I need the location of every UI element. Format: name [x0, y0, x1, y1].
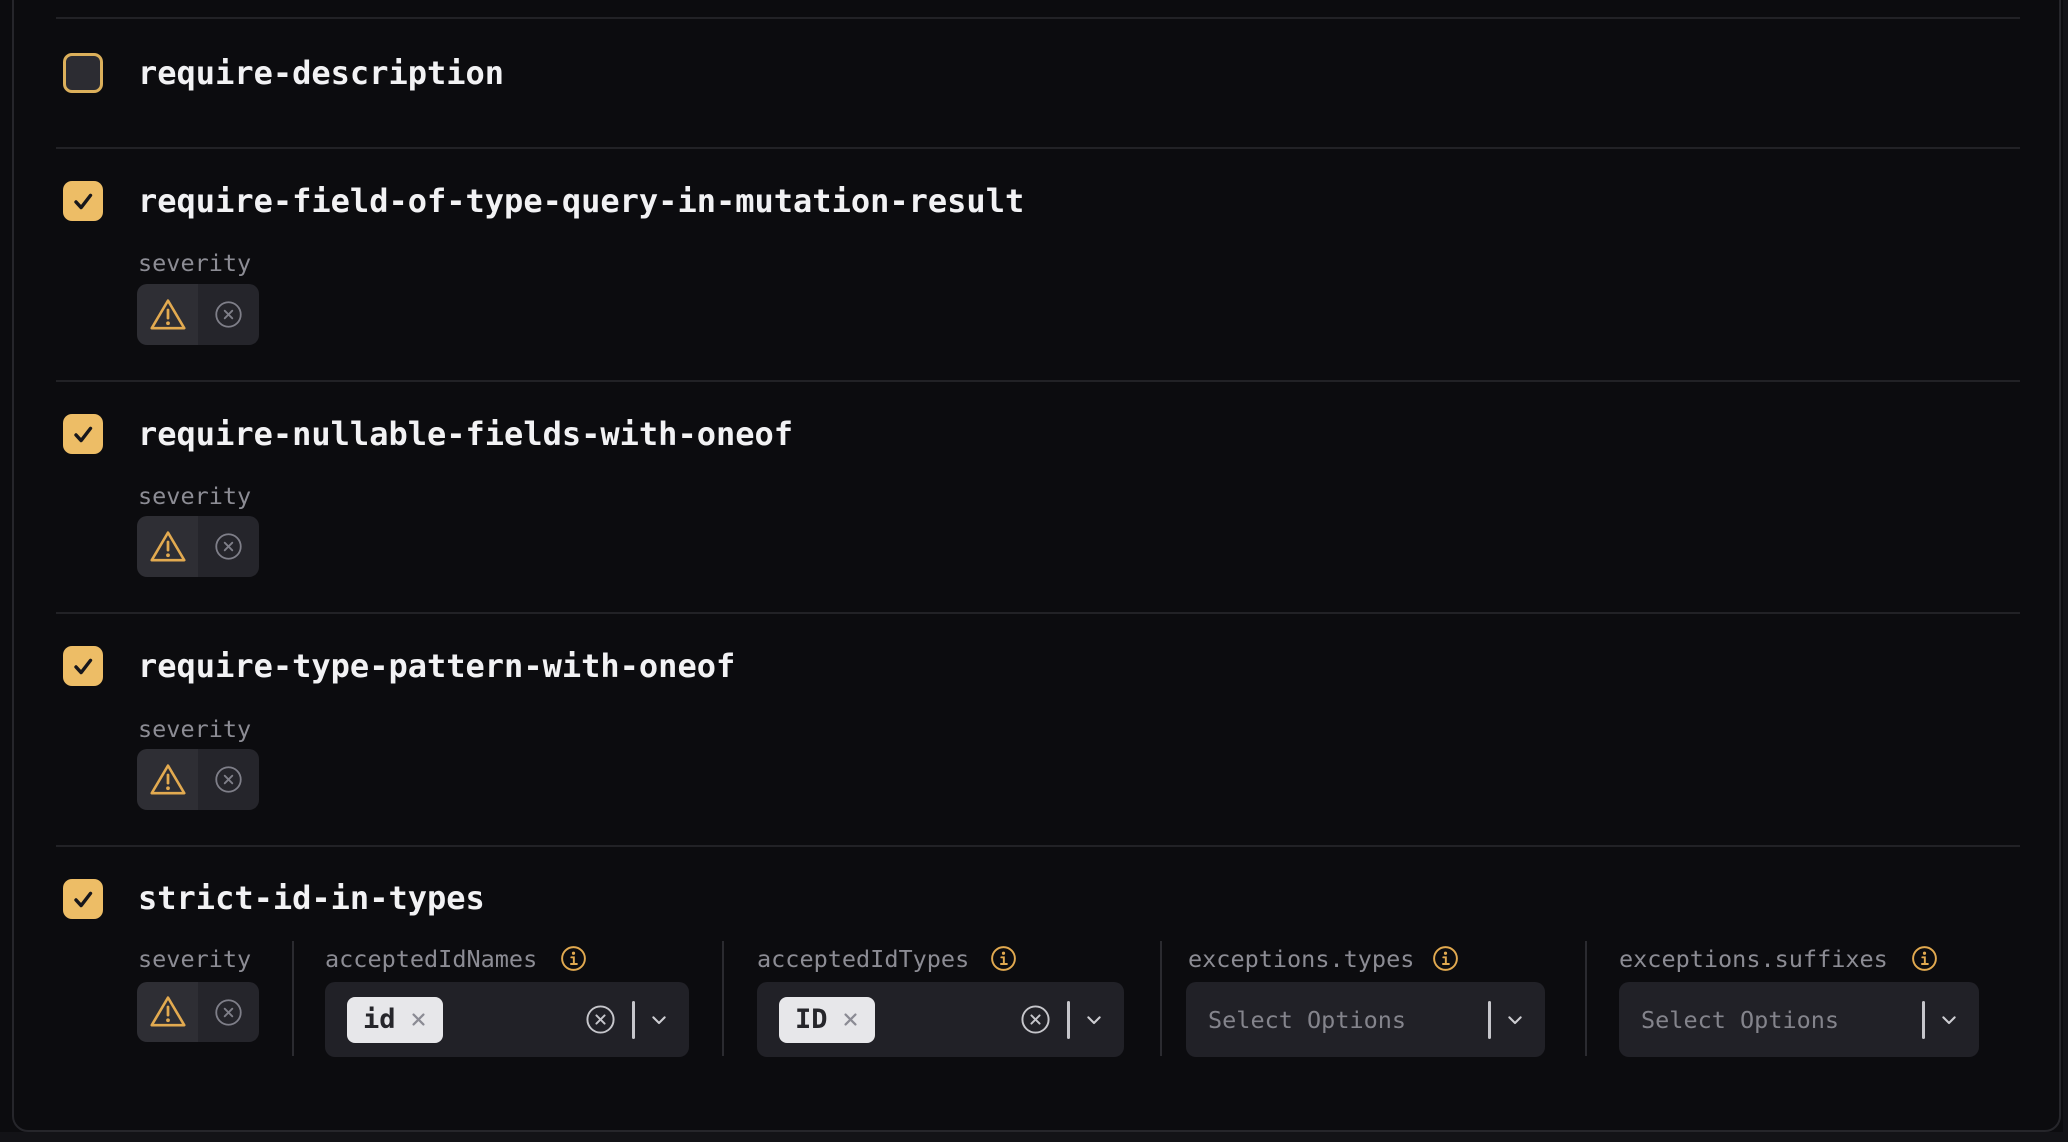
clear-selection-button[interactable]	[585, 1004, 616, 1035]
severity-warn-button[interactable]	[137, 749, 198, 810]
severity-label: severity	[138, 483, 251, 509]
warning-triangle-icon	[148, 760, 188, 800]
info-icon[interactable]	[1911, 945, 1938, 972]
select-divider	[632, 1001, 635, 1039]
option-label: exceptions.suffixes	[1619, 946, 1888, 972]
severity-off-button[interactable]	[198, 516, 259, 577]
lint-rules-settings-page: require-description require-field-of-typ…	[0, 0, 2068, 1142]
rule-checkbox[interactable]	[63, 53, 103, 93]
tag-text: ID	[795, 997, 828, 1043]
tag-text: id	[363, 997, 396, 1043]
rule-name: require-field-of-type-query-in-mutation-…	[138, 181, 1024, 221]
acceptedidnames-multiselect[interactable]: id	[325, 982, 689, 1057]
circle-x-icon	[214, 998, 243, 1027]
chevron-down-icon[interactable]	[1503, 1008, 1527, 1032]
rule-name: require-type-pattern-with-oneof	[138, 646, 735, 686]
rule-name: require-description	[138, 53, 504, 93]
select-divider	[1067, 1001, 1070, 1039]
info-icon[interactable]	[1432, 945, 1459, 972]
severity-off-button[interactable]	[198, 749, 259, 810]
remove-tag-icon[interactable]	[840, 1009, 861, 1030]
warning-triangle-icon	[148, 295, 188, 335]
circle-x-icon	[585, 1004, 616, 1035]
field-separator	[292, 941, 294, 1056]
select-divider	[1922, 1001, 1925, 1039]
selected-tag: ID	[779, 997, 875, 1043]
option-label: exceptions.types	[1188, 946, 1414, 972]
selected-tag: id	[347, 997, 443, 1043]
option-label: acceptedIdTypes	[757, 946, 969, 972]
remove-tag-icon[interactable]	[408, 1009, 429, 1030]
row-divider	[56, 380, 2020, 382]
severity-warn-button[interactable]	[137, 284, 198, 345]
severity-toggle	[137, 284, 259, 345]
checkmark-icon	[68, 419, 98, 449]
rule-checkbox[interactable]	[63, 879, 103, 919]
circle-x-icon	[1020, 1004, 1051, 1035]
field-separator	[1160, 941, 1162, 1056]
warning-triangle-icon	[148, 527, 188, 567]
select-placeholder: Select Options	[1641, 1006, 1839, 1034]
select-placeholder: Select Options	[1208, 1006, 1406, 1034]
severity-off-button[interactable]	[198, 284, 259, 345]
rule-name: require-nullable-fields-with-oneof	[138, 414, 793, 454]
chevron-down-icon[interactable]	[647, 1008, 671, 1032]
acceptedidtypes-multiselect[interactable]: ID	[757, 982, 1124, 1057]
field-separator	[1585, 941, 1587, 1056]
checkmark-icon	[68, 884, 98, 914]
checkmark-icon	[68, 651, 98, 681]
severity-toggle	[137, 749, 259, 810]
circle-x-icon	[214, 765, 243, 794]
row-divider	[56, 612, 2020, 614]
page-background-below-panel	[0, 1132, 2068, 1142]
severity-warn-button[interactable]	[137, 982, 198, 1042]
page-background-right-of-panel	[2063, 0, 2068, 1132]
severity-warn-button[interactable]	[137, 516, 198, 577]
row-divider	[56, 845, 2020, 847]
circle-x-icon	[214, 300, 243, 329]
checkmark-icon	[68, 186, 98, 216]
clear-selection-button[interactable]	[1020, 1004, 1051, 1035]
info-icon[interactable]	[990, 945, 1017, 972]
rule-name: strict-id-in-types	[138, 878, 485, 918]
severity-off-button[interactable]	[198, 982, 259, 1042]
severity-label: severity	[138, 716, 251, 742]
severity-toggle	[137, 516, 259, 577]
severity-label: severity	[138, 946, 251, 972]
chevron-down-icon[interactable]	[1937, 1008, 1961, 1032]
row-divider	[56, 17, 2020, 19]
circle-x-icon	[214, 532, 243, 561]
warning-triangle-icon	[148, 992, 188, 1032]
exceptions-types-multiselect[interactable]: Select Options	[1186, 982, 1545, 1057]
rule-checkbox[interactable]	[63, 181, 103, 221]
exceptions-suffixes-multiselect[interactable]: Select Options	[1619, 982, 1979, 1057]
select-divider	[1488, 1001, 1491, 1039]
rule-checkbox[interactable]	[63, 414, 103, 454]
row-divider	[56, 147, 2020, 149]
severity-label: severity	[138, 250, 251, 276]
severity-toggle	[137, 982, 259, 1042]
option-label: acceptedIdNames	[325, 946, 537, 972]
rule-checkbox[interactable]	[63, 646, 103, 686]
info-icon[interactable]	[560, 945, 587, 972]
chevron-down-icon[interactable]	[1082, 1008, 1106, 1032]
field-separator	[722, 941, 724, 1056]
